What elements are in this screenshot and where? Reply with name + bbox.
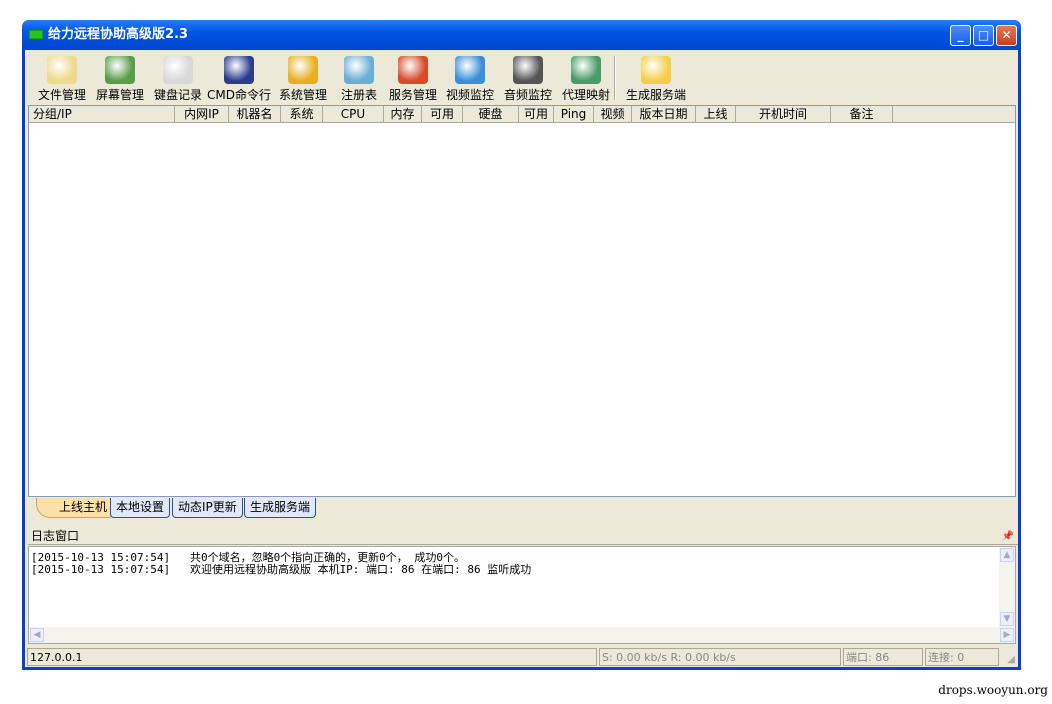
- list-header: 分组/IP 内网IP 机器名 系统 CPU 内存 可用 硬盘 可用 Ping 视频 版本日期 上线 开机时…: [29, 106, 1015, 123]
- notepad-icon: [163, 56, 193, 84]
- monitor-icon: [105, 56, 135, 84]
- gears-icon: [288, 56, 318, 84]
- toolbar-button-label: 代理映射: [561, 88, 610, 102]
- host-list[interactable]: 分组/IP 内网IP 机器名 系统 CPU 内存 可用 硬盘 可用 Ping 视频 版本日期 上线 开机时…: [28, 105, 1016, 497]
- toolbar-button-label: 生成服务端: [625, 88, 686, 102]
- toolbar-button-0[interactable]: 文件管理: [33, 52, 91, 103]
- vertical-scrollbar[interactable]: ▲ ▼: [999, 547, 1015, 627]
- column-header[interactable]: CPU: [323, 106, 384, 122]
- toolbar-button-2[interactable]: 键盘记录: [149, 52, 207, 103]
- toolbar-button-label: 文件管理: [37, 88, 86, 102]
- log-area[interactable]: [2015-10-13 15:07:54] 共0个域名，忽略0个指向正确的，更新…: [28, 546, 1016, 644]
- resize-grip-icon[interactable]: ◢: [1007, 654, 1015, 665]
- globe-icon: [571, 56, 601, 84]
- pin-icon[interactable]: 📌: [1002, 528, 1014, 545]
- column-header[interactable]: 可用: [422, 106, 463, 122]
- tab-1[interactable]: 本地设置: [110, 498, 171, 518]
- column-header[interactable]: 机器名: [229, 106, 281, 122]
- toolbar-button-9[interactable]: 代理映射: [557, 52, 615, 103]
- toolbar-button-6[interactable]: 服务管理: [384, 52, 442, 103]
- box-icon: [641, 56, 671, 84]
- status-ip: 127.0.0.1: [27, 648, 597, 666]
- log-line: [2015-10-13 15:07:54] 欢迎使用远程协助高级版 本机IP: …: [31, 563, 532, 576]
- toolbar-button-8[interactable]: 音频监控: [499, 52, 557, 103]
- status-port: 端口: 86: [843, 648, 923, 666]
- status-connections: 连接: 0: [925, 648, 999, 666]
- window-title: 给力远程协助高级版2.3: [48, 27, 189, 42]
- tab-bar: 上线主机 本地设置 动态IP更新 生成服务端: [28, 497, 1016, 519]
- toolbar-button-5[interactable]: 注册表: [335, 52, 383, 103]
- column-header[interactable]: 分组/IP: [29, 106, 175, 122]
- watermark: drops.wooyun.org: [938, 683, 1048, 697]
- toolbar-button-7[interactable]: 视频监控: [441, 52, 499, 103]
- client-area: 文件管理 屏幕管理 键盘记录 CMD命令行 系统管理 注册表 服务管理 视频监控 音频监控 代理映…: [25, 50, 1018, 667]
- status-speed: S: 0.00 kb/s R: 0.00 kb/s: [599, 648, 841, 666]
- column-header[interactable]: 备注: [831, 106, 893, 122]
- column-header[interactable]: 上线: [696, 106, 736, 122]
- column-header[interactable]: 开机时间: [736, 106, 831, 122]
- app-window: 给力远程协助高级版2.3 _ □ ✕ 文件管理 屏幕管理 键盘记录 CMD命令行 系统管…: [22, 20, 1021, 670]
- toolbar: 文件管理 屏幕管理 键盘记录 CMD命令行 系统管理 注册表 服务管理 视频监控 音频监控 代理映…: [25, 52, 689, 103]
- column-header[interactable]: 内存: [384, 106, 422, 122]
- column-header[interactable]: 系统: [281, 106, 323, 122]
- toolbar-button-1[interactable]: 屏幕管理: [91, 52, 149, 103]
- scroll-right-icon[interactable]: ▶: [1000, 628, 1014, 642]
- title-bar[interactable]: 给力远程协助高级版2.3 _ □ ✕: [22, 20, 1021, 50]
- toolbar-button-label: 注册表: [340, 88, 377, 102]
- toolbar-button-label: 服务管理: [388, 88, 437, 102]
- headphones-icon: [513, 56, 543, 84]
- registry-icon: [344, 56, 374, 84]
- log-panel-header: 日志窗口 📌: [28, 528, 1018, 545]
- tab-2[interactable]: 动态IP更新: [172, 498, 243, 518]
- tab-0[interactable]: 上线主机: [36, 498, 114, 518]
- windows-icon: [398, 56, 428, 84]
- folder-icon: [47, 56, 77, 84]
- toolbar-button-label: 系统管理: [278, 88, 327, 102]
- scroll-down-icon[interactable]: ▼: [1000, 612, 1014, 626]
- scroll-left-icon[interactable]: ◀: [30, 628, 44, 642]
- maximize-button[interactable]: □: [973, 25, 994, 46]
- terminal-icon: [224, 56, 254, 84]
- column-header[interactable]: 可用: [519, 106, 554, 122]
- horizontal-scrollbar[interactable]: ◀ ▶: [29, 627, 1015, 643]
- tab-3[interactable]: 生成服务端: [244, 498, 317, 518]
- column-header[interactable]: 硬盘: [463, 106, 519, 122]
- column-header[interactable]: 版本日期: [632, 106, 696, 122]
- minimize-button[interactable]: _: [950, 25, 971, 46]
- toolbar-button-10[interactable]: 生成服务端: [623, 52, 689, 103]
- toolbar-button-label: 键盘记录: [153, 88, 202, 102]
- toolbar-button-label: CMD命令行: [207, 88, 271, 102]
- toolbar-button-label: 音频监控: [503, 88, 552, 102]
- webcam-icon: [455, 56, 485, 84]
- column-header[interactable]: Ping: [554, 106, 594, 122]
- column-header[interactable]: 视频: [594, 106, 632, 122]
- close-button[interactable]: ✕: [996, 25, 1017, 46]
- status-bar: 127.0.0.1 S: 0.00 kb/s R: 0.00 kb/s 端口: …: [25, 647, 1018, 667]
- scroll-up-icon[interactable]: ▲: [1000, 548, 1014, 562]
- toolbar-button-4[interactable]: 系统管理: [274, 52, 332, 103]
- log-title: 日志窗口: [31, 529, 80, 543]
- toolbar-button-label: 屏幕管理: [95, 88, 144, 102]
- column-header[interactable]: 内网IP: [175, 106, 229, 122]
- toolbar-button-label: 视频监控: [445, 88, 494, 102]
- app-icon: [29, 30, 43, 39]
- toolbar-button-3[interactable]: CMD命令行: [207, 52, 271, 103]
